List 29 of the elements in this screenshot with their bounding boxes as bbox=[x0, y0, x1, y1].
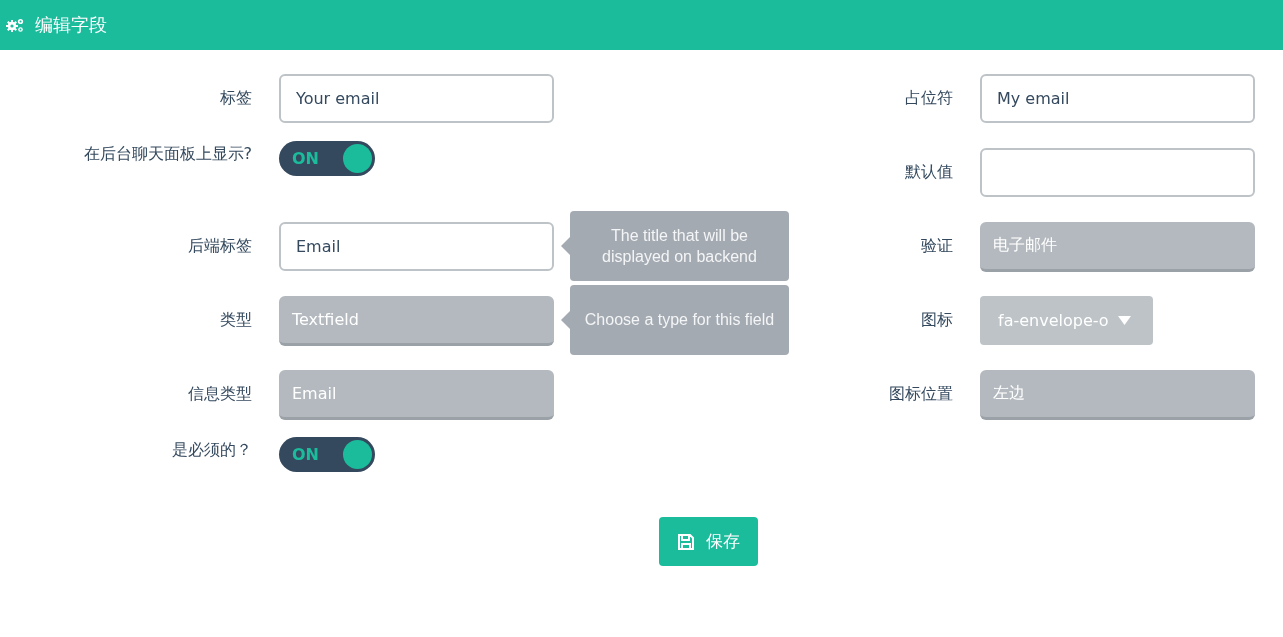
dropdown-value: fa-envelope-o bbox=[998, 311, 1109, 330]
field-label: 在后台聊天面板上显示? bbox=[82, 144, 252, 165]
field-label: 信息类型 bbox=[187, 384, 252, 405]
field-label: 图标 bbox=[921, 310, 953, 331]
field-label: 标签 bbox=[219, 88, 252, 109]
tooltip-text: The title that will be displayed on backend bbox=[601, 226, 758, 267]
field-label: 验证 bbox=[921, 236, 953, 257]
field-label: 占位符 bbox=[905, 88, 953, 109]
field-label: 是必须的？ bbox=[171, 440, 252, 461]
save-button[interactable]: 保存 bbox=[659, 517, 758, 566]
input-field[interactable]: Your email bbox=[279, 74, 554, 123]
tooltip-text: Choose a type for this field bbox=[584, 310, 775, 330]
caret-icon bbox=[1117, 316, 1131, 325]
field-label: 类型 bbox=[219, 310, 252, 331]
gears-icon bbox=[5, 17, 25, 33]
page-title: 编辑字段 bbox=[35, 13, 107, 37]
select-field[interactable]: Textfield bbox=[279, 295, 554, 346]
field-label: 图标位置 bbox=[889, 384, 953, 405]
field-label: 后端标签 bbox=[187, 236, 252, 257]
input-field[interactable]: My email bbox=[980, 74, 1255, 123]
input-field[interactable]: Email bbox=[279, 222, 554, 271]
select-field[interactable]: 电子邮件 bbox=[980, 221, 1255, 272]
field-label: 默认值 bbox=[905, 162, 953, 183]
toggle-switch[interactable]: ON bbox=[279, 141, 375, 176]
select-field[interactable]: Email bbox=[279, 369, 554, 420]
dropdown-button[interactable]: fa-envelope-o bbox=[980, 296, 1153, 345]
input-field[interactable] bbox=[980, 148, 1255, 197]
select-field[interactable]: 左边 bbox=[980, 369, 1255, 420]
toggle-switch[interactable]: ON bbox=[279, 437, 375, 472]
